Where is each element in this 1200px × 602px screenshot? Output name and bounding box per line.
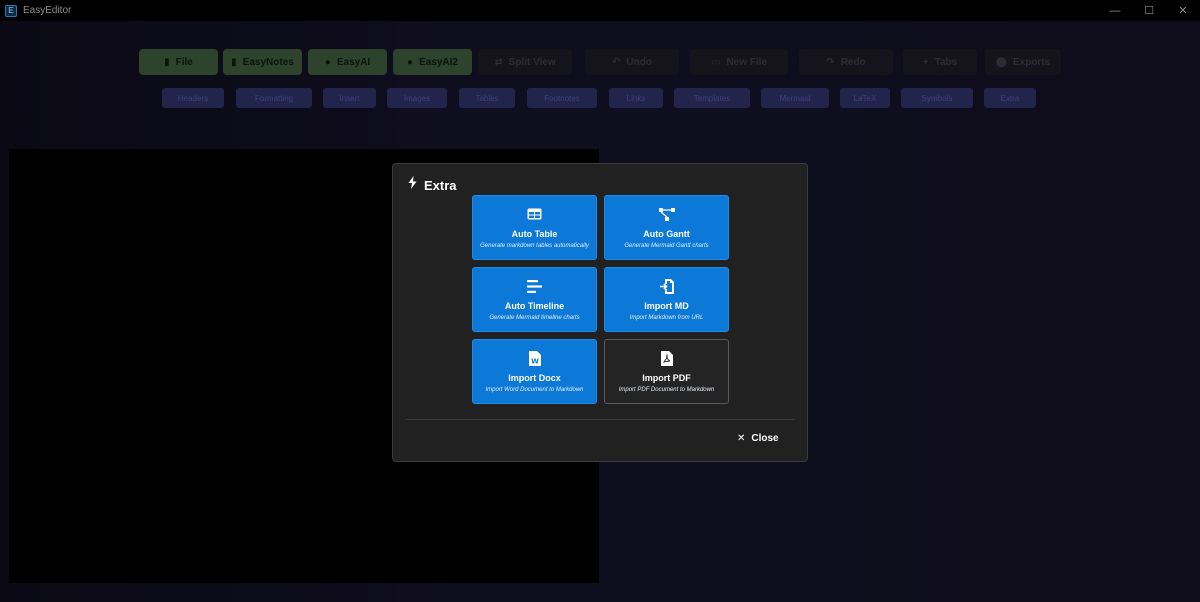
card-title: Auto Table <box>511 229 558 239</box>
card-description: Generate Mermaid Gantt charts <box>624 243 709 249</box>
card-title: Import MD <box>644 301 689 311</box>
pdf-icon <box>660 350 673 366</box>
svg-text:W: W <box>531 357 539 365</box>
card-title: Import Docx <box>508 373 561 383</box>
import-md-card[interactable]: Import MD Import Markdown from URL <box>604 267 729 332</box>
card-description: Import PDF Document to Markdown <box>618 387 715 393</box>
auto-table-card[interactable]: Auto Table Generate markdown tables auto… <box>472 195 597 260</box>
timeline-icon <box>527 278 542 294</box>
card-title: Auto Gantt <box>643 229 690 239</box>
close-icon: ✕ <box>737 433 746 444</box>
gantt-icon <box>658 206 675 222</box>
dialog-header: Extra <box>408 176 457 194</box>
lightning-icon <box>408 176 417 194</box>
word-icon: W <box>528 350 541 366</box>
card-description: Import Word Document to Markdown <box>485 387 584 393</box>
extra-dialog: Extra Auto Table Generate markdown table… <box>392 163 808 462</box>
card-description: Generate markdown tables automatically <box>480 243 589 249</box>
import-docx-card[interactable]: W Import Docx Import Word Document to Ma… <box>472 339 597 404</box>
import-pdf-card[interactable]: Import PDF Import PDF Document to Markdo… <box>604 339 729 404</box>
table-icon <box>527 206 542 222</box>
card-title: Auto Timeline <box>504 301 565 311</box>
dialog-divider <box>406 419 795 420</box>
card-description: Import Markdown from URL <box>629 315 704 321</box>
card-title: Import PDF <box>642 373 691 383</box>
auto-timeline-card[interactable]: Auto Timeline Generate Mermaid timeline … <box>472 267 597 332</box>
auto-gantt-card[interactable]: Auto Gantt Generate Mermaid Gantt charts <box>604 195 729 260</box>
dialog-close-button[interactable]: ✕ Close <box>737 433 779 444</box>
close-label: Close <box>751 433 779 444</box>
import-icon <box>659 278 674 294</box>
card-description: Generate Mermaid timeline charts <box>489 315 580 321</box>
dialog-title: Extra <box>424 177 457 193</box>
